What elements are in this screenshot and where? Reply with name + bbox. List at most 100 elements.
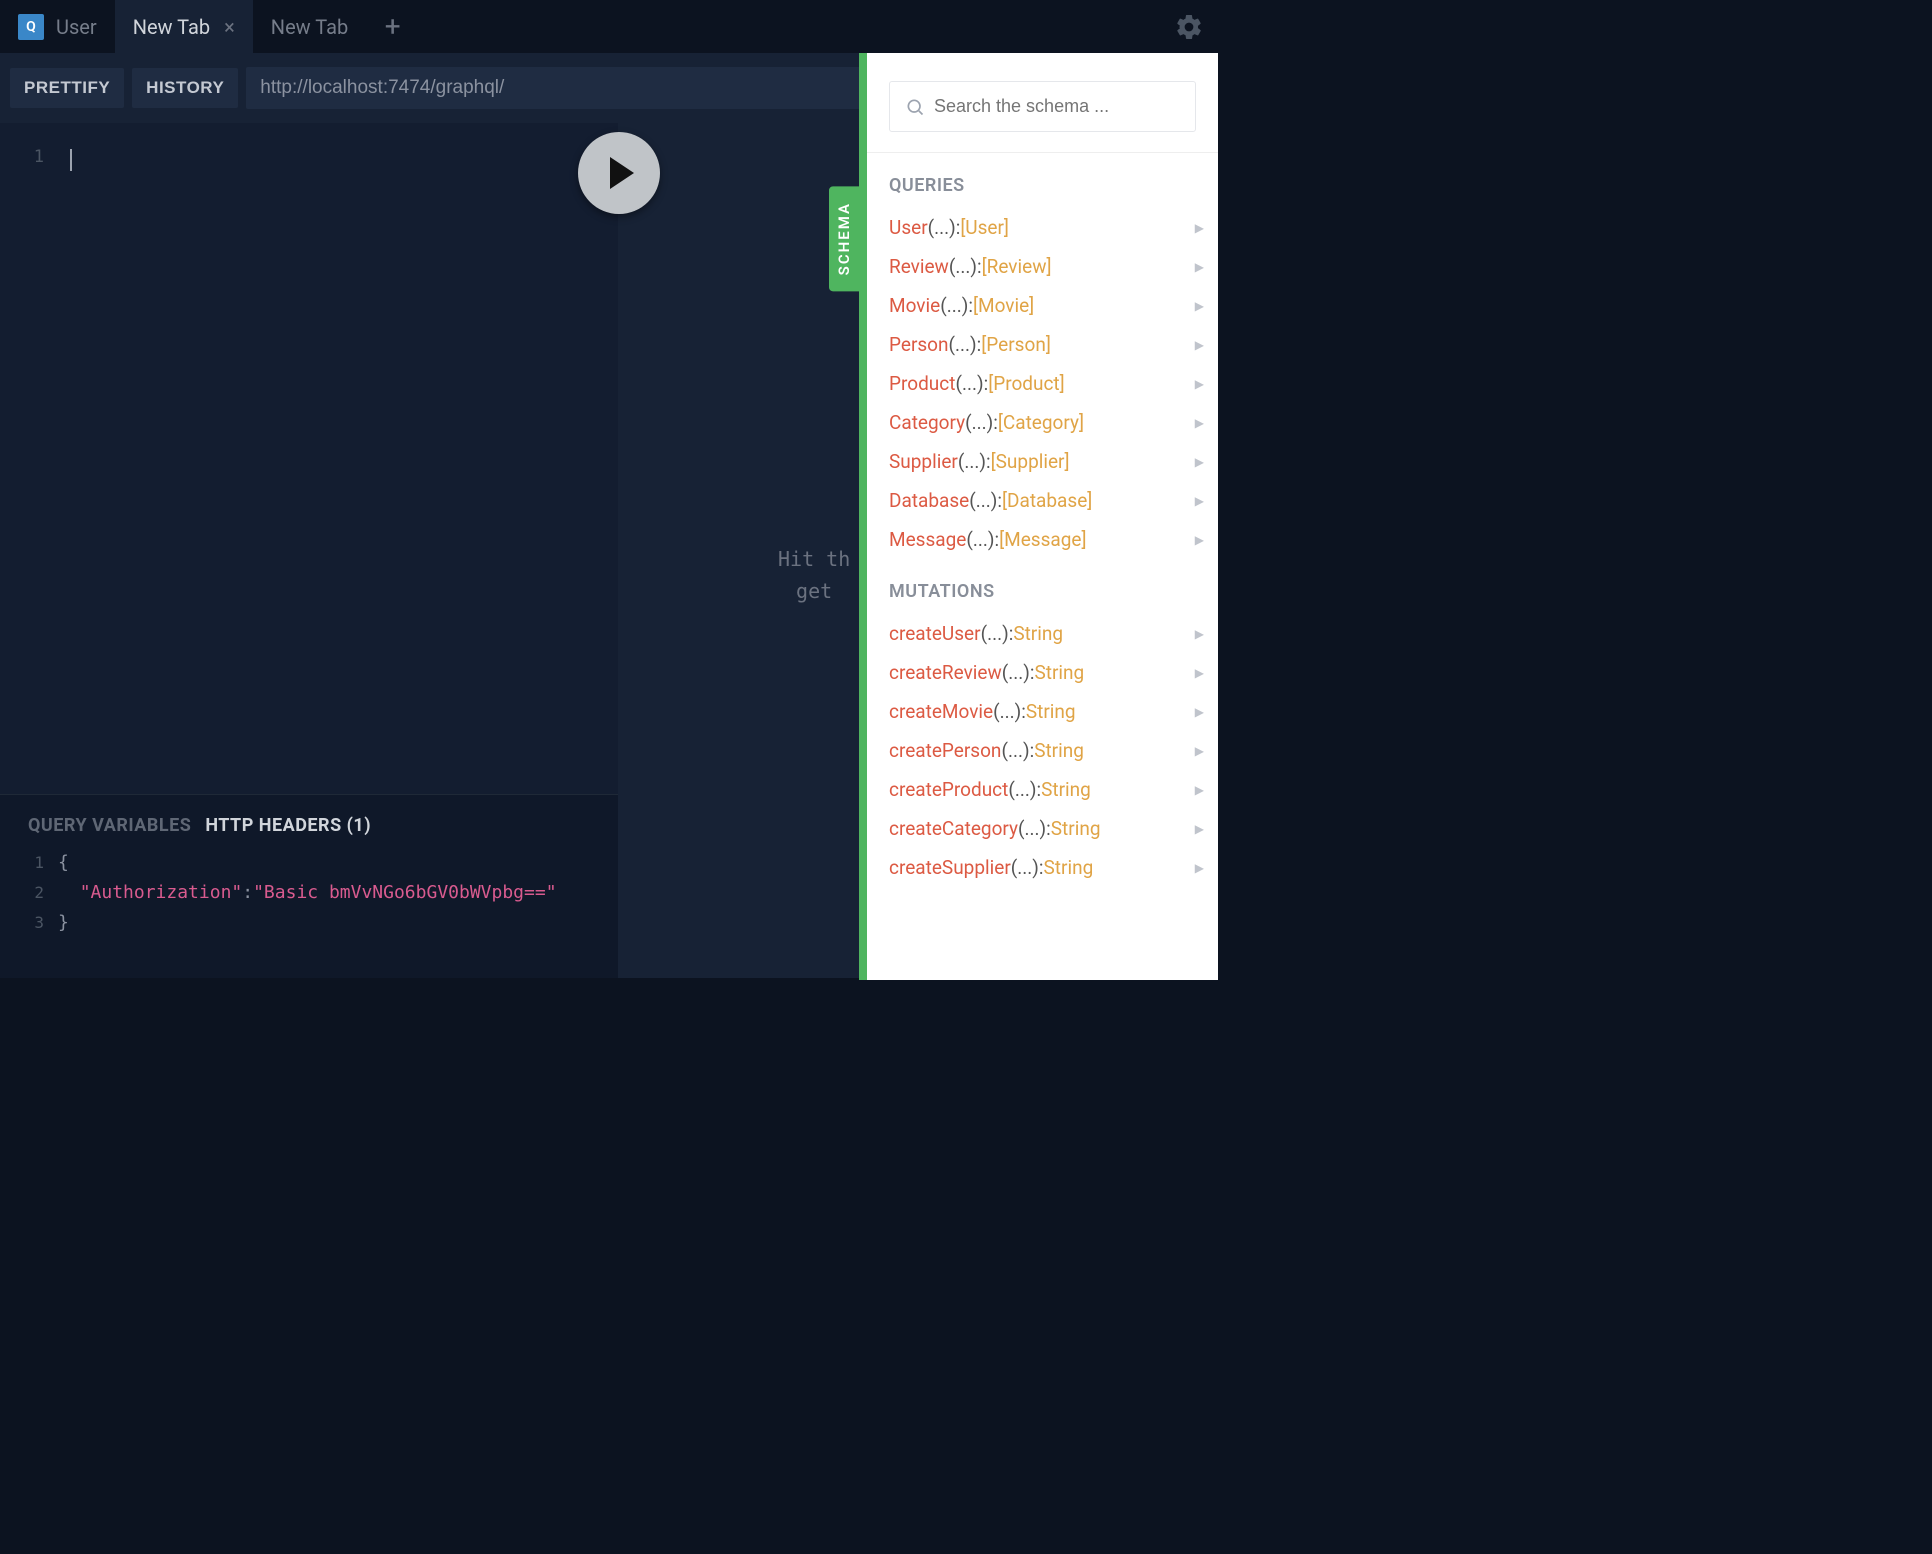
schema-query-Category[interactable]: Category(...): [Category] ▶: [867, 403, 1218, 442]
settings-button[interactable]: [1174, 12, 1204, 46]
schema-query-User[interactable]: User(...): [User] ▶: [867, 208, 1218, 247]
schema-mutation-createProduct[interactable]: createProduct(...): String▶: [867, 770, 1218, 809]
field-args: (...):: [1001, 739, 1034, 762]
chevron-right-icon: ▶: [1195, 666, 1204, 680]
schema-query-Supplier[interactable]: Supplier(...): [Supplier]▶: [867, 442, 1218, 481]
result-hint: Hit th get: [778, 543, 850, 607]
field-name: createSupplier: [889, 856, 1011, 879]
field-args: (...):: [940, 294, 973, 317]
field-args: (...):: [949, 255, 982, 278]
field-name: createMovie: [889, 700, 993, 723]
schema-mutation-createMovie[interactable]: createMovie(...): String▶: [867, 692, 1218, 731]
field-name: Movie: [889, 294, 940, 317]
field-args: (...):: [969, 489, 1002, 512]
field-name: createProduct: [889, 778, 1008, 801]
field-name: createCategory: [889, 817, 1018, 840]
field-args: (...):: [1008, 778, 1041, 801]
editor-gutter: 1: [0, 123, 60, 794]
field-name: createPerson: [889, 739, 1001, 762]
tab-http-headers[interactable]: HTTP HEADERS (1): [205, 815, 371, 836]
field-return-type: String: [1041, 778, 1091, 801]
field-return-type: [Person]: [981, 333, 1051, 356]
field-return-type: [User]: [960, 216, 1009, 239]
chevron-right-icon: ▶: [1195, 744, 1204, 758]
chevron-right-icon: ▶: [1195, 455, 1204, 469]
field-return-type: [Movie]: [973, 294, 1034, 317]
run-query-button[interactable]: [578, 132, 660, 214]
queries-section-title: QUERIES: [867, 153, 1218, 208]
field-name: Message: [889, 528, 966, 551]
chevron-right-icon: ▶: [1195, 299, 1204, 313]
query-editor[interactable]: 1: [0, 123, 618, 794]
chevron-right-icon: ▶: [1195, 861, 1204, 875]
field-name: Category: [889, 411, 965, 434]
field-args: (...):: [1002, 661, 1035, 684]
editor-pane: 1 QUERY VARIABLES HTTP HEADERS (1) 1 2 3…: [0, 123, 618, 978]
drawer-tabs: QUERY VARIABLES HTTP HEADERS (1): [0, 795, 618, 848]
field-args: (...):: [965, 411, 998, 434]
chevron-right-icon: ▶: [1195, 416, 1204, 430]
field-name: Database: [889, 489, 969, 512]
line-number: 1: [0, 147, 44, 167]
chevron-right-icon: ▶: [1195, 260, 1204, 274]
schema-mutation-createUser[interactable]: createUser(...): String ▶: [867, 614, 1218, 653]
schema-mutation-createSupplier[interactable]: createSupplier(...): String▶: [867, 848, 1218, 887]
field-name: Review: [889, 255, 949, 278]
add-tab-button[interactable]: +: [366, 0, 419, 53]
schema-query-Product[interactable]: Product(...): [Product]▶: [867, 364, 1218, 403]
tab-query-variables[interactable]: QUERY VARIABLES: [28, 815, 191, 836]
field-name: createReview: [889, 661, 1002, 684]
field-args: (...):: [928, 216, 961, 239]
bottom-drawer: QUERY VARIABLES HTTP HEADERS (1) 1 2 3 {…: [0, 794, 618, 978]
chevron-right-icon: ▶: [1195, 822, 1204, 836]
field-return-type: String: [1044, 856, 1094, 879]
schema-mutation-createReview[interactable]: createReview(...): String ▶: [867, 653, 1218, 692]
schema-query-Movie[interactable]: Movie(...): [Movie] ▶: [867, 286, 1218, 325]
field-name: createUser: [889, 622, 981, 645]
gear-icon: [1174, 12, 1204, 42]
cursor: [70, 149, 72, 171]
field-args: (...):: [981, 622, 1014, 645]
headers-code[interactable]: { "Authorization":"Basic bmVvNGo6bGV0bWV…: [58, 848, 618, 938]
tab-icon: Q: [18, 14, 44, 40]
field-args: (...):: [958, 450, 991, 473]
field-return-type: String: [1034, 739, 1084, 762]
field-return-type: [Supplier]: [991, 450, 1070, 473]
schema-mutation-createCategory[interactable]: createCategory(...): String ▶: [867, 809, 1218, 848]
schema-query-Message[interactable]: Message(...): [Message]▶: [867, 520, 1218, 559]
chevron-right-icon: ▶: [1195, 533, 1204, 547]
prettify-button[interactable]: PRETTIFY: [10, 68, 124, 108]
field-return-type: [Category]: [998, 411, 1084, 434]
field-return-type: String: [1026, 700, 1076, 723]
field-args: (...):: [955, 372, 988, 395]
schema-mutation-createPerson[interactable]: createPerson(...): String ▶: [867, 731, 1218, 770]
schema-search-input[interactable]: [889, 81, 1196, 132]
tab-1[interactable]: New Tab×: [115, 0, 253, 53]
field-return-type: String: [1051, 817, 1101, 840]
field-return-type: [Database]: [1002, 489, 1092, 512]
field-return-type: String: [1013, 622, 1063, 645]
schema-toggle-tab[interactable]: SCHEMA: [829, 186, 859, 291]
field-name: User: [889, 216, 928, 239]
close-icon[interactable]: ×: [224, 15, 235, 39]
chevron-right-icon: ▶: [1195, 221, 1204, 235]
field-return-type: String: [1035, 661, 1085, 684]
headers-gutter: 1 2 3: [0, 848, 58, 938]
field-args: (...):: [1018, 817, 1051, 840]
tab-2[interactable]: New Tab: [253, 0, 366, 53]
chevron-right-icon: ▶: [1195, 338, 1204, 352]
schema-query-Database[interactable]: Database(...): [Database] ▶: [867, 481, 1218, 520]
chevron-right-icon: ▶: [1195, 627, 1204, 641]
headers-editor[interactable]: 1 2 3 { "Authorization":"Basic bmVvNGo6b…: [0, 848, 618, 978]
field-return-type: [Message]: [999, 528, 1086, 551]
search-icon: [905, 97, 925, 117]
schema-query-Review[interactable]: Review(...): [Review]▶: [867, 247, 1218, 286]
tab-label: New Tab: [271, 15, 348, 39]
tab-0[interactable]: Q User: [0, 0, 115, 53]
schema-panel: QUERIES User(...): [User]▶Review(...): […: [859, 53, 1218, 980]
tab-label: User: [56, 15, 97, 39]
history-button[interactable]: HISTORY: [132, 68, 238, 108]
schema-query-Person[interactable]: Person(...): [Person]▶: [867, 325, 1218, 364]
chevron-right-icon: ▶: [1195, 494, 1204, 508]
code-area[interactable]: [60, 123, 618, 794]
